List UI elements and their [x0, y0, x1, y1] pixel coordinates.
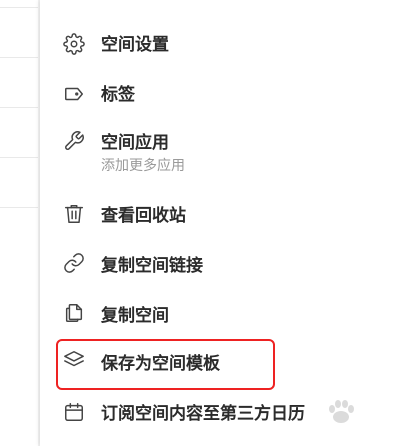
copy-icon: [63, 302, 85, 324]
list-row-divider: [0, 157, 38, 158]
menu-item-recycle-bin[interactable]: 查看回收站: [40, 201, 418, 231]
menu-item-copy-link[interactable]: 复制空间链接: [40, 251, 418, 281]
calendar-icon: [63, 401, 85, 423]
list-row-divider: [0, 107, 38, 108]
tag-icon: [63, 83, 85, 105]
menu-item-label: 空间设置: [101, 35, 169, 55]
list-row-divider: [0, 57, 38, 58]
trash-icon: [63, 203, 85, 225]
list-row-divider: [0, 7, 38, 8]
paw-icon: [324, 398, 358, 426]
highlight-annotation-box: [56, 339, 275, 390]
link-icon: [63, 252, 85, 274]
background-list-panel: [0, 0, 38, 446]
menu-item-space-settings[interactable]: 空间设置: [40, 30, 418, 60]
menu-item-label: 标签: [101, 85, 135, 105]
menu-item-sublabel: 添加更多应用: [101, 158, 185, 174]
menu-item-label: 订阅空间内容至第三方日历: [101, 404, 305, 424]
menu-item-copy-space[interactable]: 复制空间: [40, 301, 418, 331]
gear-icon: [63, 33, 85, 55]
list-row-divider: [0, 207, 38, 208]
menu-item-label: 查看回收站: [101, 206, 186, 226]
wrench-icon: [63, 130, 85, 152]
menu-item-label: 复制空间链接: [101, 256, 203, 276]
watermark-logo: [304, 396, 414, 432]
menu-item-tags[interactable]: 标签: [40, 80, 418, 110]
menu-item-label: 复制空间: [101, 306, 169, 326]
menu-item-space-apps[interactable]: 空间应用 添加更多应用: [40, 130, 418, 178]
menu-item-label: 空间应用: [101, 133, 169, 153]
